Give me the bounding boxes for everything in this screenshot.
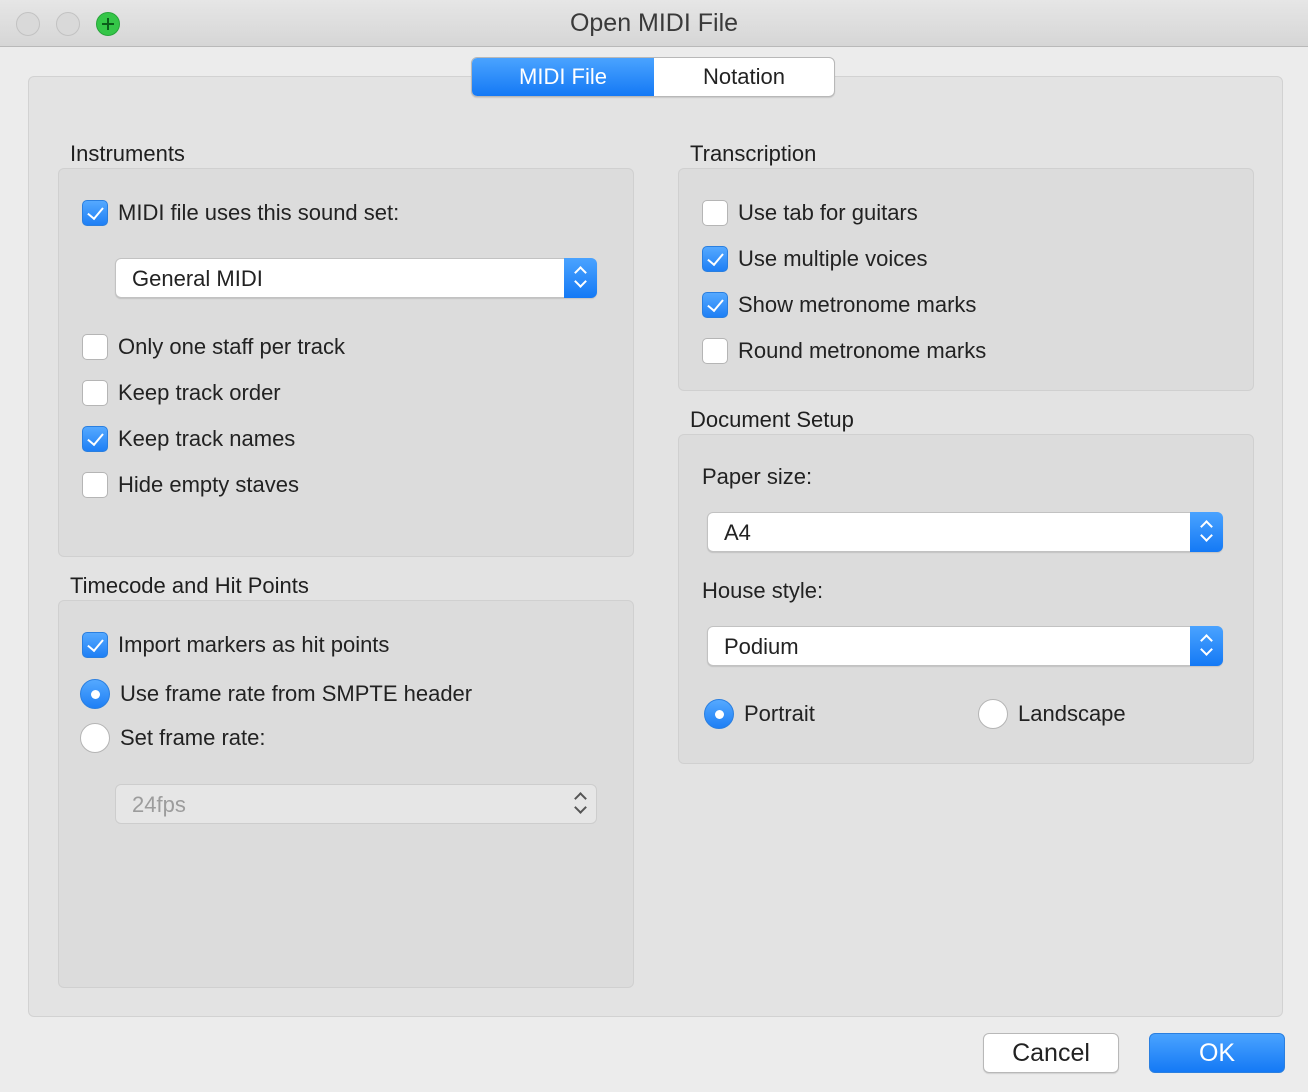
smpte-label: Use frame rate from SMPTE header: [120, 681, 473, 706]
transcription-heading: Transcription: [690, 141, 817, 166]
show-metronome-label: Show metronome marks: [738, 292, 977, 317]
one-staff-checkbox[interactable]: [82, 334, 108, 360]
ok-button[interactable]: OK: [1149, 1033, 1285, 1073]
timecode-heading: Timecode and Hit Points: [70, 573, 309, 598]
house-style-value: Podium: [724, 634, 799, 659]
import-markers-label: Import markers as hit points: [118, 632, 390, 657]
keep-order-checkbox[interactable]: [82, 380, 108, 406]
portrait-label: Portrait: [744, 701, 815, 726]
house-style-label: House style:: [702, 578, 824, 603]
multiple-voices-checkbox[interactable]: [702, 246, 728, 272]
hide-staves-checkbox[interactable]: [82, 472, 108, 498]
updown-chevron-icon: [1190, 626, 1223, 666]
tab-notation[interactable]: Notation: [654, 58, 834, 96]
landscape-radio-row[interactable]: Landscape: [978, 699, 1126, 729]
updown-chevron-icon: [564, 258, 597, 298]
portrait-radio[interactable]: [704, 699, 734, 729]
option-one-staff-row[interactable]: Only one staff per track: [82, 334, 345, 360]
updown-chevron-icon: [564, 784, 597, 824]
keep-order-label: Keep track order: [118, 380, 281, 405]
landscape-radio[interactable]: [978, 699, 1008, 729]
frame-rate-select: 24fps: [115, 784, 597, 824]
paper-size-select[interactable]: A4: [707, 512, 1223, 552]
set-frame-rate-label: Set frame rate:: [120, 725, 266, 750]
instruments-group: [58, 168, 634, 557]
multiple-voices-row[interactable]: Use multiple voices: [702, 246, 928, 272]
house-style-select[interactable]: Podium: [707, 626, 1223, 666]
sound-set-value: General MIDI: [132, 266, 263, 291]
hide-staves-label: Hide empty staves: [118, 472, 299, 497]
smpte-radio-row[interactable]: Use frame rate from SMPTE header: [80, 679, 472, 709]
one-staff-label: Only one staff per track: [118, 334, 346, 359]
sound-set-label: MIDI file uses this sound set:: [118, 200, 400, 225]
sound-set-checkbox[interactable]: [82, 200, 108, 226]
instruments-heading: Instruments: [70, 141, 185, 166]
tab-bar: MIDI File Notation: [471, 57, 835, 97]
document-setup-heading: Document Setup: [690, 407, 854, 432]
show-metronome-checkbox[interactable]: [702, 292, 728, 318]
portrait-radio-row[interactable]: Portrait: [704, 699, 815, 729]
round-metronome-label: Round metronome marks: [738, 338, 987, 363]
option-keep-order-row[interactable]: Keep track order: [82, 380, 281, 406]
sound-set-select[interactable]: General MIDI: [115, 258, 597, 298]
import-markers-checkbox[interactable]: [82, 632, 108, 658]
frame-rate-value: 24fps: [132, 792, 186, 817]
tab-guitars-label: Use tab for guitars: [738, 200, 918, 225]
show-metronome-row[interactable]: Show metronome marks: [702, 292, 976, 318]
cancel-button[interactable]: Cancel: [983, 1033, 1119, 1073]
keep-names-label: Keep track names: [118, 426, 296, 451]
import-markers-row[interactable]: Import markers as hit points: [82, 632, 389, 658]
sound-set-checkbox-row[interactable]: MIDI file uses this sound set:: [82, 200, 399, 226]
landscape-label: Landscape: [1018, 701, 1126, 726]
round-metronome-checkbox[interactable]: [702, 338, 728, 364]
option-keep-names-row[interactable]: Keep track names: [82, 426, 295, 452]
paper-size-value: A4: [724, 520, 751, 545]
updown-chevron-icon: [1190, 512, 1223, 552]
tab-guitars-row[interactable]: Use tab for guitars: [702, 200, 918, 226]
tab-guitars-checkbox[interactable]: [702, 200, 728, 226]
round-metronome-row[interactable]: Round metronome marks: [702, 338, 986, 364]
title-bar: Open MIDI File: [0, 0, 1308, 47]
set-frame-rate-radio[interactable]: [80, 723, 110, 753]
smpte-radio[interactable]: [80, 679, 110, 709]
paper-size-label: Paper size:: [702, 464, 813, 489]
set-frame-rate-row[interactable]: Set frame rate:: [80, 723, 266, 753]
tab-midi-file[interactable]: MIDI File: [472, 58, 654, 96]
option-hide-staves-row[interactable]: Hide empty staves: [82, 472, 299, 498]
window-title: Open MIDI File: [569, 9, 739, 37]
multiple-voices-label: Use multiple voices: [738, 246, 928, 271]
keep-names-checkbox[interactable]: [82, 426, 108, 452]
